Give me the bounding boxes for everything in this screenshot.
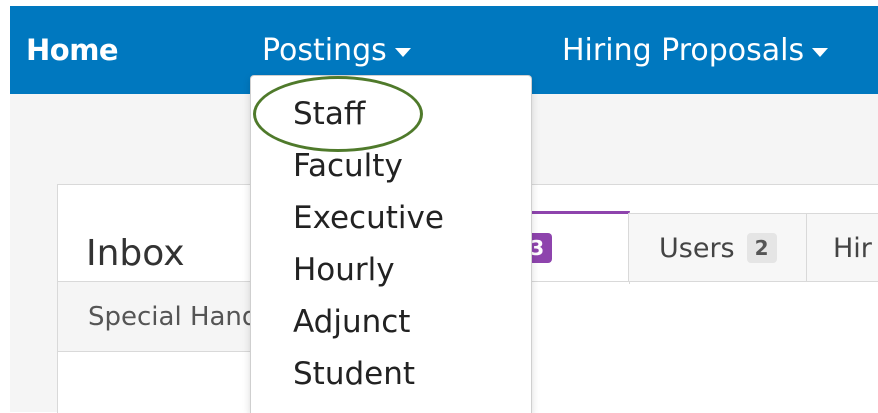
tab-hiring-label: Hir xyxy=(833,232,872,264)
nav-hiring-proposals-dropdown[interactable]: Hiring Proposals xyxy=(562,6,829,94)
subtab-label: Special Hand xyxy=(88,301,259,332)
postings-dropdown-menu: Staff Faculty Executive Hourly Adjunct S… xyxy=(250,75,532,413)
menu-item-staff[interactable]: Staff xyxy=(293,90,365,138)
menu-item-adjunct[interactable]: Adjunct xyxy=(293,298,410,346)
tab-users-label: Users xyxy=(659,232,735,264)
menu-item-executive[interactable]: Executive xyxy=(293,194,444,242)
menu-item-student[interactable]: Student xyxy=(293,350,415,398)
caret-down-icon xyxy=(812,47,829,57)
menu-item-hourly[interactable]: Hourly xyxy=(293,246,395,294)
inbox-title: Inbox xyxy=(86,233,185,274)
nav-hiring-label: Hiring Proposals xyxy=(562,32,805,68)
tab-users[interactable]: Users 2 xyxy=(628,213,808,282)
tab-hiring-proposals[interactable]: Hir xyxy=(806,213,878,282)
nav-postings-label: Postings xyxy=(262,32,387,68)
caret-down-icon xyxy=(394,47,411,57)
menu-item-faculty[interactable]: Faculty xyxy=(293,142,403,190)
users-count-badge: 2 xyxy=(746,233,777,263)
nav-home-link[interactable]: Home xyxy=(26,6,119,94)
